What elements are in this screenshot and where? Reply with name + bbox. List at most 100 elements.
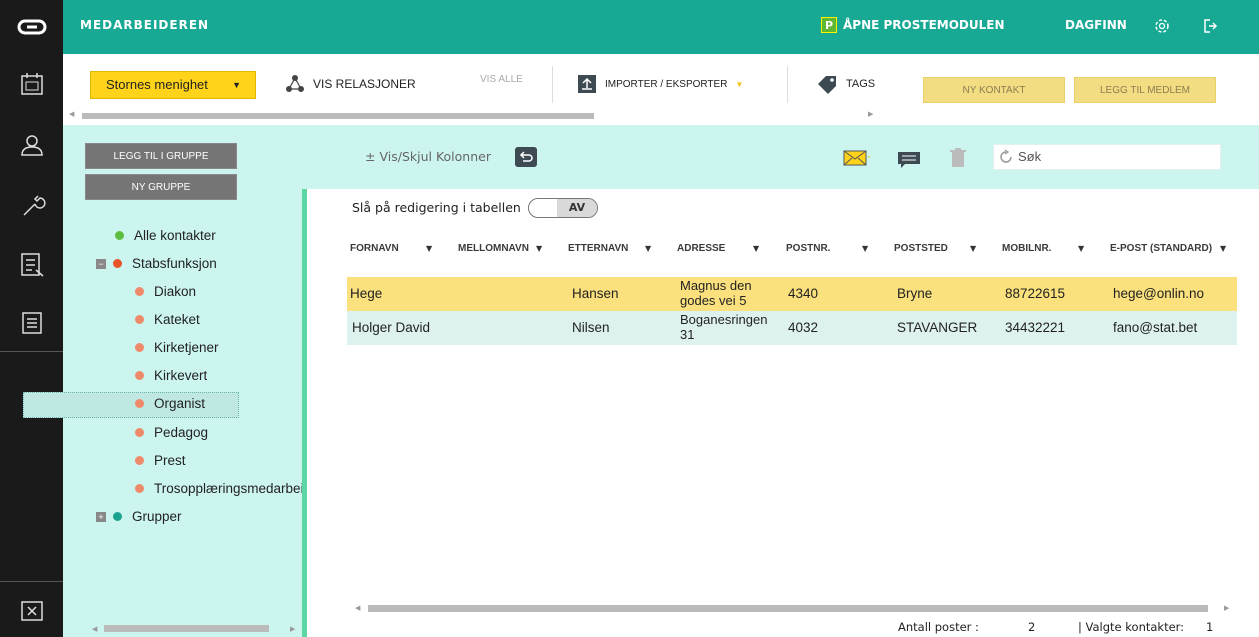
tree-scrollbar[interactable] bbox=[104, 625, 269, 632]
rail-divider bbox=[0, 581, 63, 582]
tag-icon bbox=[818, 76, 836, 94]
tree-item-kirkevert[interactable]: Kirkevert bbox=[135, 368, 207, 383]
upload-icon bbox=[578, 75, 596, 93]
table-row[interactable]: Hege Hansen Magnus den godes vei 5 4340 … bbox=[347, 277, 1237, 311]
tree-label: Trosopplæringsmedarbeider bbox=[154, 481, 302, 496]
clipboard-icon[interactable] bbox=[18, 308, 46, 336]
column-header-postnr[interactable]: POSTNR. bbox=[786, 243, 830, 254]
panel-resize-handle[interactable] bbox=[302, 189, 307, 637]
column-header-fornavn[interactable]: FORNAVN bbox=[350, 243, 399, 254]
tree-label: Kirketjener bbox=[154, 340, 219, 355]
toolbar-scrollbar[interactable] bbox=[82, 113, 594, 119]
ny-gruppe-button[interactable]: NY GRUPPE bbox=[85, 174, 237, 200]
refresh-search-icon bbox=[1000, 149, 1012, 163]
column-header-poststed[interactable]: POSTSTED bbox=[894, 243, 948, 254]
chevron-down-icon[interactable]: ▼ bbox=[1220, 244, 1226, 253]
cell-postnr: 4340 bbox=[788, 286, 819, 301]
scroll-right-arrow[interactable]: ▶ bbox=[868, 110, 873, 118]
tree-label: Diakon bbox=[154, 284, 197, 299]
tree-item-prest[interactable]: Prest bbox=[135, 453, 186, 468]
edit-toggle-label: Slå på redigering i tabellen bbox=[352, 200, 521, 215]
report-list-icon[interactable] bbox=[18, 250, 46, 278]
scroll-left-arrow[interactable]: ◀ bbox=[69, 110, 74, 118]
rail-divider bbox=[0, 351, 63, 352]
column-header-etternavn[interactable]: ETTERNAVN bbox=[568, 243, 628, 254]
chevron-down-icon[interactable]: ▼ bbox=[536, 244, 542, 253]
user-name[interactable]: DAGFINN bbox=[1065, 18, 1127, 32]
chevron-down-icon[interactable]: ▼ bbox=[1078, 244, 1084, 253]
scroll-left-arrow[interactable]: ◀ bbox=[355, 604, 360, 612]
toolbar: Stornes menighet ▼ VIS RELASJONER VIS AL… bbox=[63, 54, 1259, 125]
tree-item-stabsfunksjon[interactable]: − Stabsfunksjon bbox=[96, 256, 217, 271]
proste-badge-icon: P bbox=[821, 17, 837, 33]
orange-dot-icon bbox=[113, 259, 122, 268]
expand-icon[interactable]: + bbox=[96, 511, 106, 522]
tags-button[interactable]: TAGS bbox=[816, 74, 875, 94]
logout-icon[interactable] bbox=[1201, 17, 1219, 35]
search-input[interactable]: Søk bbox=[993, 144, 1221, 170]
toolbar-divider bbox=[552, 66, 553, 103]
relations-icon bbox=[286, 75, 304, 92]
tree-item-organist[interactable]: Organist bbox=[135, 396, 205, 411]
chevron-down-icon[interactable]: ▼ bbox=[862, 244, 868, 253]
ny-kontakt-button[interactable]: NY KONTAKT bbox=[923, 77, 1065, 103]
link-logo-icon bbox=[17, 19, 47, 35]
email-icon[interactable] bbox=[843, 149, 871, 167]
vis-relasjoner-label: VIS RELASJONER bbox=[313, 77, 416, 91]
cell-adresse: Magnus den godes vei 5 bbox=[680, 278, 752, 308]
chevron-down-icon[interactable]: ▼ bbox=[645, 244, 651, 253]
calendar-icon[interactable] bbox=[18, 70, 46, 98]
excel-export-icon[interactable] bbox=[18, 597, 46, 625]
cell-epost: hege@onlin.no bbox=[1113, 286, 1205, 301]
tree-item-alle-kontakter[interactable]: Alle kontakter bbox=[115, 228, 216, 243]
tree-item-grupper[interactable]: + Grupper bbox=[96, 509, 182, 524]
edit-toggle[interactable]: AV bbox=[528, 198, 598, 218]
selected-count-label: | Valgte kontakter: bbox=[1078, 620, 1185, 634]
vis-relasjoner-button[interactable]: VIS RELASJONER bbox=[285, 74, 416, 94]
undo-icon[interactable] bbox=[515, 147, 537, 167]
column-header-adresse[interactable]: ADRESSE bbox=[677, 243, 725, 254]
column-header-mobilnr[interactable]: MOBILNR. bbox=[1002, 243, 1051, 254]
tree-item-kateket[interactable]: Kateket bbox=[135, 312, 200, 327]
scroll-right-arrow[interactable]: ▶ bbox=[1224, 604, 1229, 612]
person-icon[interactable] bbox=[18, 131, 46, 159]
cell-postnr: 4032 bbox=[788, 320, 819, 335]
orange-dot-icon bbox=[135, 371, 144, 380]
top-bar: MEDARBEIDEREN P ÅPNE PROSTEMODULEN DAGFI… bbox=[63, 0, 1259, 54]
scroll-left-arrow[interactable]: ◀ bbox=[92, 625, 97, 633]
vis-skjul-kolonner-button[interactable]: ± Vis/Skjul Kolonner bbox=[365, 149, 491, 164]
edit-toggle-value: AV bbox=[557, 199, 597, 217]
app-logo[interactable] bbox=[0, 0, 63, 54]
column-header-epost[interactable]: E-POST (STANDARD) bbox=[1110, 243, 1212, 254]
chevron-down-icon[interactable]: ▼ bbox=[753, 244, 759, 253]
legg-til-gruppe-button[interactable]: LEGG TIL I GRUPPE bbox=[85, 143, 237, 169]
tags-label: TAGS bbox=[846, 78, 876, 90]
vis-alle-button[interactable]: VIS ALLE bbox=[480, 74, 523, 85]
open-proste-button[interactable]: P ÅPNE PROSTEMODULEN bbox=[821, 17, 1005, 33]
chevron-down-icon[interactable]: ▼ bbox=[426, 244, 432, 253]
column-header-mellomnavn[interactable]: MELLOMNAVN bbox=[458, 243, 529, 254]
tree-item-pedagog[interactable]: Pedagog bbox=[135, 425, 208, 440]
table-scrollbar[interactable] bbox=[368, 605, 1208, 612]
cell-adresse: Boganesringen 31 bbox=[680, 312, 768, 342]
church-select-value: Stornes menighet bbox=[106, 77, 208, 92]
tree-item-trosopplaering[interactable]: Trosopplæringsmedarbeider bbox=[135, 481, 302, 496]
church-select[interactable]: Stornes menighet ▼ bbox=[90, 71, 256, 99]
collapse-icon[interactable]: − bbox=[96, 258, 106, 269]
chevron-down-icon[interactable]: ▼ bbox=[970, 244, 976, 253]
tree-item-diakon[interactable]: Diakon bbox=[135, 284, 196, 299]
orange-dot-icon bbox=[135, 399, 144, 408]
cell-mobil: 88722615 bbox=[1005, 286, 1066, 301]
delete-icon[interactable] bbox=[950, 148, 966, 168]
scroll-right-arrow[interactable]: ▶ bbox=[290, 625, 295, 633]
gear-icon[interactable] bbox=[1153, 17, 1171, 35]
vis-skjul-label: Vis/Skjul Kolonner bbox=[379, 149, 491, 164]
wrench-icon[interactable] bbox=[18, 192, 46, 220]
table-row[interactable]: Holger David Nilsen Boganesringen 31 403… bbox=[347, 311, 1237, 345]
legg-til-medlem-button[interactable]: LEGG TIL MEDLEM bbox=[1074, 77, 1216, 103]
sms-icon[interactable] bbox=[897, 150, 921, 170]
record-count-value: 2 bbox=[1028, 620, 1036, 634]
orange-dot-icon bbox=[135, 456, 144, 465]
tree-item-kirketjener[interactable]: Kirketjener bbox=[135, 340, 219, 355]
import-export-button[interactable]: IMPORTER / EKSPORTER ▼ bbox=[577, 74, 743, 94]
